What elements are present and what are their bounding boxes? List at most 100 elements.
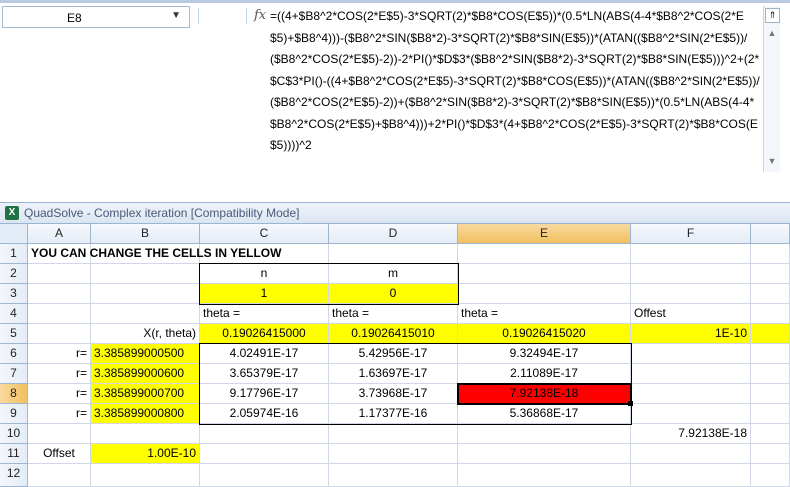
row-header-2[interactable]: 2 (0, 264, 28, 284)
cell-b7[interactable]: 3.385899000600 (91, 364, 200, 384)
grid-cell[interactable] (28, 284, 91, 304)
grid-cell[interactable] (91, 264, 200, 284)
cell-e9[interactable]: 5.36868E-17 (458, 404, 631, 424)
grid-cell[interactable] (329, 464, 458, 487)
column-header-e[interactable]: E (458, 224, 631, 244)
excel-icon[interactable]: X (5, 206, 19, 220)
row-header-11[interactable]: 11 (0, 444, 28, 464)
column-header-a[interactable]: A (28, 224, 91, 244)
name-box[interactable]: E8 ▼ (2, 6, 190, 28)
grid-cell[interactable] (631, 264, 751, 284)
cell-e5[interactable]: 0.19026415020 (458, 324, 631, 344)
grid-cell[interactable] (28, 264, 91, 284)
cell-d9[interactable]: 1.17377E-16 (329, 404, 458, 424)
cell-e8[interactable]: 7.92138E-18 (458, 384, 631, 404)
cell-g5[interactable] (751, 324, 790, 344)
column-header-d[interactable]: D (329, 224, 458, 244)
grid-cell[interactable] (631, 404, 751, 424)
cell-d7[interactable]: 1.63697E-17 (329, 364, 458, 384)
grid-cell[interactable] (631, 364, 751, 384)
grid-cell[interactable] (751, 244, 790, 264)
grid-cell[interactable] (28, 424, 91, 444)
grid-cell[interactable] (751, 384, 790, 404)
grid-cell[interactable] (28, 324, 91, 344)
cell-b5[interactable]: X(r, theta) (91, 324, 200, 344)
select-all-corner[interactable] (0, 224, 28, 244)
cell-e4[interactable]: theta = (458, 304, 631, 324)
grid-cell[interactable] (458, 464, 631, 487)
grid-cell[interactable] (28, 464, 91, 487)
grid-cell[interactable] (91, 284, 200, 304)
row-header-9[interactable]: 9 (0, 404, 28, 424)
row-header-10[interactable]: 10 (0, 424, 28, 444)
cell-c4[interactable]: theta = (200, 304, 329, 324)
formula-bar-input[interactable]: =((4+$B8^2*COS(2*E$5)-3*SQRT(2)*$B8*COS(… (270, 6, 760, 157)
cell-b9[interactable]: 3.385899000800 (91, 404, 200, 424)
grid-cell[interactable] (458, 424, 631, 444)
grid-cell[interactable] (329, 424, 458, 444)
cell-c7[interactable]: 3.65379E-17 (200, 364, 329, 384)
grid-cell[interactable] (458, 284, 631, 304)
grid-cell[interactable] (631, 444, 751, 464)
grid-cell[interactable] (458, 244, 631, 264)
row-header-7[interactable]: 7 (0, 364, 28, 384)
cell-c6[interactable]: 4.02491E-17 (200, 344, 329, 364)
grid-cell[interactable] (91, 304, 200, 324)
cell-a8[interactable]: r= (28, 384, 91, 404)
row-header-6[interactable]: 6 (0, 344, 28, 364)
grid-cell[interactable] (631, 464, 751, 487)
cell-d5[interactable]: 0.19026415010 (329, 324, 458, 344)
formula-bar-scrollbar[interactable]: ⇑ ▲ ▼ (763, 6, 780, 172)
cell-a6[interactable]: r= (28, 344, 91, 364)
cell-b6[interactable]: 3.385899000500 (91, 344, 200, 364)
row-header-1[interactable]: 1 (0, 244, 28, 264)
cell-e6[interactable]: 9.32494E-17 (458, 344, 631, 364)
cell-f10[interactable]: 7.92138E-18 (631, 424, 751, 444)
row-header-3[interactable]: 3 (0, 284, 28, 304)
cell-e7[interactable]: 2.11089E-17 (458, 364, 631, 384)
scroll-down-icon[interactable]: ▼ (766, 156, 778, 168)
grid-cell[interactable] (751, 424, 790, 444)
cell-c3[interactable]: 1 (200, 284, 329, 304)
cell-c5[interactable]: 0.19026415000 (200, 324, 329, 344)
grid-cell[interactable] (329, 444, 458, 464)
scroll-up-icon[interactable]: ▲ (766, 28, 778, 42)
function-icon[interactable]: fx (254, 8, 266, 23)
cell-b8[interactable]: 3.385899000700 (91, 384, 200, 404)
cell-f4[interactable]: Offest (631, 304, 751, 324)
grid-cell[interactable] (631, 284, 751, 304)
grid-cell[interactable] (91, 424, 200, 444)
grid-cell[interactable] (458, 444, 631, 464)
cell-d2[interactable]: m (329, 264, 458, 284)
cell-a7[interactable]: r= (28, 364, 91, 384)
row-header-4[interactable]: 4 (0, 304, 28, 324)
row-header-12[interactable]: 12 (0, 464, 28, 487)
fill-handle[interactable] (628, 401, 633, 406)
cell-a11[interactable]: Offset (28, 444, 91, 464)
grid-cell[interactable] (631, 384, 751, 404)
grid-cell[interactable] (91, 464, 200, 487)
cell-d4[interactable]: theta = (329, 304, 458, 324)
grid-cell[interactable] (751, 444, 790, 464)
chevron-down-icon[interactable]: ▼ (171, 10, 181, 21)
grid-cell[interactable] (200, 464, 329, 487)
cell-b11[interactable]: 1.00E-10 (91, 444, 200, 464)
cell-c2[interactable]: n (200, 264, 329, 284)
cell-d6[interactable]: 5.42956E-17 (329, 344, 458, 364)
grid-cell[interactable] (751, 404, 790, 424)
cell-c9[interactable]: 2.05974E-16 (200, 404, 329, 424)
column-header-b[interactable]: B (91, 224, 200, 244)
cell-c8[interactable]: 9.17796E-17 (200, 384, 329, 404)
collapse-formula-bar-icon[interactable]: ⇑ (765, 8, 780, 23)
cell-a9[interactable]: r= (28, 404, 91, 424)
cell-d3[interactable]: 0 (329, 284, 458, 304)
cell-f5[interactable]: 1E-10 (631, 324, 751, 344)
grid-cell[interactable] (631, 244, 751, 264)
grid-cell[interactable] (751, 364, 790, 384)
grid-cell[interactable] (200, 424, 329, 444)
cell-d8[interactable]: 3.73968E-17 (329, 384, 458, 404)
column-header-c[interactable]: C (200, 224, 329, 244)
grid-cell[interactable] (751, 304, 790, 324)
grid-cell[interactable] (751, 344, 790, 364)
grid-cell[interactable] (329, 244, 458, 264)
